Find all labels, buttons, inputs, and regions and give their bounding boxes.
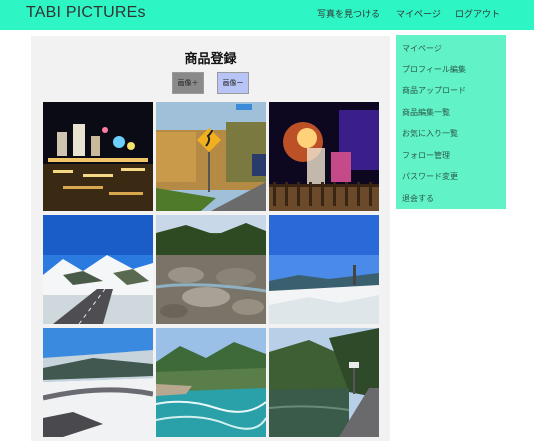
sidebar-item-follow-manage[interactable]: フォロー管理 xyxy=(402,150,450,161)
sidebar-item-product-edit-list[interactable]: 商品編集一覧 xyxy=(402,107,450,118)
photo-grid xyxy=(43,102,379,438)
photo-snowy-mountain-road[interactable] xyxy=(43,215,153,324)
sidebar-item-product-upload[interactable]: 商品アップロード xyxy=(402,85,466,96)
sidebar-item-withdraw[interactable]: 退会する xyxy=(402,193,434,204)
page-title: 商品登録 xyxy=(184,52,237,67)
add-image-button[interactable]: 画像＋ xyxy=(172,72,204,94)
nav-find-photos[interactable]: 写真を見つける xyxy=(317,7,380,20)
photo-night-waterfall-light-show[interactable] xyxy=(269,102,379,211)
photo-river-valley-mountains[interactable] xyxy=(156,328,266,437)
photo-autumn-road-curve-sign[interactable] xyxy=(156,102,266,211)
photo-rocky-river-bed[interactable] xyxy=(156,215,266,324)
sidebar-item-mypage[interactable]: マイページ xyxy=(402,43,442,54)
top-navbar: TABI PICTUREs 写真を見つける マイページ ログアウト xyxy=(0,0,534,30)
brand-logo[interactable]: TABI PICTUREs xyxy=(26,4,146,22)
sidebar-item-favorites[interactable]: お気に入り一覧 xyxy=(402,128,458,139)
photo-snowy-valley-road[interactable] xyxy=(43,328,153,437)
remove-image-button[interactable]: 画像ー xyxy=(217,72,249,94)
nav-mypage[interactable]: マイページ xyxy=(396,7,441,20)
sidebar-item-profile-edit[interactable]: プロフィール編集 xyxy=(402,64,466,75)
photo-lake-mountain-road[interactable] xyxy=(269,328,379,437)
photo-snowy-mountain-slope[interactable] xyxy=(269,215,379,324)
photo-night-illuminated-garden[interactable] xyxy=(43,102,153,211)
sidebar-menu: マイページ プロフィール編集 商品アップロード 商品編集一覧 お気に入り一覧 フ… xyxy=(396,35,506,209)
nav-logout[interactable]: ログアウト xyxy=(455,7,500,20)
sidebar-item-password-change[interactable]: パスワード変更 xyxy=(402,171,458,182)
product-register-panel: 商品登録 画像＋ 画像ー xyxy=(31,36,390,441)
